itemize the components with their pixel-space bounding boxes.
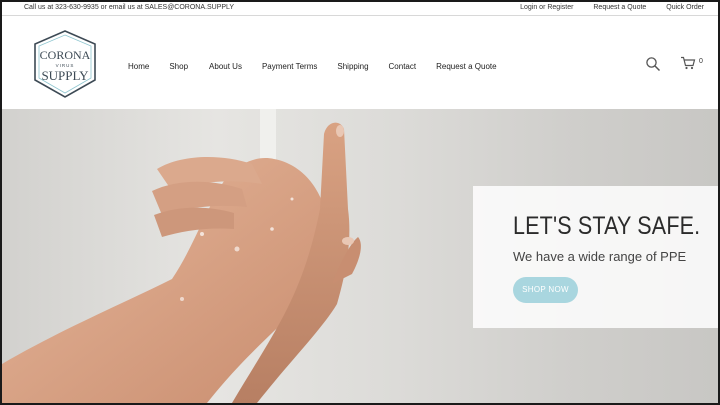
hero-text-panel: LET'S STAY SAFE. We have a wide range of… [473, 186, 718, 328]
cart-count: 0 [699, 58, 703, 65]
logo-text-corona: CORONA [40, 48, 91, 62]
request-quote-top-link[interactable]: Request a Quote [593, 4, 646, 11]
site-header: CORONA VIRUS SUPPLY Home Shop About Us Paym… [2, 16, 718, 109]
nav-shipping[interactable]: Shipping [337, 62, 368, 71]
logo-text-supply: SUPPLY [41, 68, 89, 83]
top-links: Login or Register Request a Quote Quick … [502, 4, 704, 11]
hero-banner: LET'S STAY SAFE. We have a wide range of… [2, 109, 718, 403]
nav-contact[interactable]: Contact [389, 62, 417, 71]
site-logo[interactable]: CORONA VIRUS SUPPLY [29, 28, 101, 100]
hero-subline: We have a wide range of PPE [513, 249, 687, 264]
nav-request-quote[interactable]: Request a Quote [436, 62, 496, 71]
cart-icon[interactable] [680, 56, 696, 70]
nav-payment-terms[interactable]: Payment Terms [262, 62, 317, 71]
page-frame: Call us at 323-630-9935 or email us at S… [0, 0, 720, 405]
nav-about-us[interactable]: About Us [209, 62, 242, 71]
nav-shop[interactable]: Shop [169, 62, 188, 71]
login-register-link[interactable]: Login or Register [520, 4, 573, 11]
nav-home[interactable]: Home [128, 62, 149, 71]
hero-headline: LET'S STAY SAFE. [513, 212, 701, 240]
top-bar: Call us at 323-630-9935 or email us at S… [2, 2, 718, 16]
contact-info: Call us at 323-630-9935 or email us at S… [24, 4, 235, 11]
main-nav: Home Shop About Us Payment Terms Shipping Con… [128, 62, 517, 71]
quick-order-link[interactable]: Quick Order [666, 4, 704, 11]
search-icon[interactable] [645, 56, 661, 72]
shop-now-button[interactable]: SHOP NOW [513, 277, 578, 303]
